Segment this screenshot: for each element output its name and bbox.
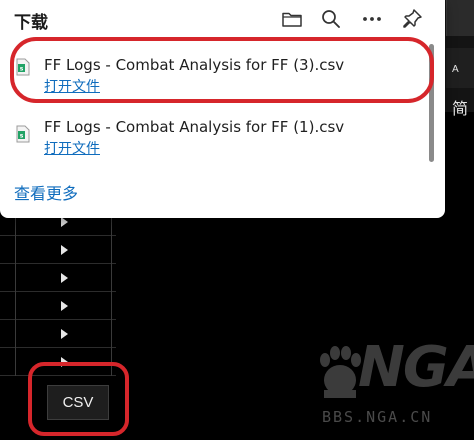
csv-export-button[interactable]: CSV xyxy=(47,385,109,420)
watermark-logo: NGA xyxy=(358,335,474,400)
expand-arrow-icon[interactable] xyxy=(61,217,68,227)
flyout-title: 下载 xyxy=(14,13,48,33)
folder-icon[interactable] xyxy=(280,7,304,31)
nga-paw-logo-icon xyxy=(318,346,362,398)
more-icon[interactable] xyxy=(360,7,384,31)
open-file-link[interactable]: 打开文件 xyxy=(44,76,100,96)
pin-icon[interactable] xyxy=(400,7,424,31)
table-row[interactable] xyxy=(0,236,116,264)
language-toggle[interactable]: A简 xyxy=(446,48,474,118)
download-item[interactable]: s FF Logs - Combat Analysis for FF (3).c… xyxy=(0,46,428,100)
svg-text:s: s xyxy=(20,133,24,140)
download-filename[interactable]: FF Logs - Combat Analysis for FF (1).csv xyxy=(44,118,344,136)
download-item[interactable]: s FF Logs - Combat Analysis for FF (1).c… xyxy=(0,108,428,162)
download-filename[interactable]: FF Logs - Combat Analysis for FF (3).csv xyxy=(44,56,344,74)
csv-file-icon: s xyxy=(16,125,30,143)
expand-arrow-icon[interactable] xyxy=(61,245,68,255)
browser-tab[interactable] xyxy=(446,0,474,36)
watermark-url: BBS.NGA.CN xyxy=(322,408,433,426)
language-prefix: A xyxy=(452,64,459,75)
search-icon[interactable] xyxy=(319,7,343,31)
data-table xyxy=(0,208,116,378)
table-row[interactable] xyxy=(0,320,116,348)
table-row[interactable] xyxy=(0,348,116,376)
open-file-link[interactable]: 打开文件 xyxy=(44,138,100,158)
browser-viewport: A简 CSV NGA BBS.NGA.CN 下载 xyxy=(0,0,474,440)
expand-arrow-icon[interactable] xyxy=(61,273,68,283)
downloads-flyout: 下载 s FF Logs - Combat Analysis for FF (3… xyxy=(0,0,445,218)
expand-arrow-icon[interactable] xyxy=(61,329,68,339)
csv-file-icon: s xyxy=(16,58,30,76)
see-more-link[interactable]: 查看更多 xyxy=(14,180,78,204)
svg-text:s: s xyxy=(20,66,24,73)
expand-arrow-icon[interactable] xyxy=(61,301,68,311)
flyout-scrollbar[interactable] xyxy=(429,44,434,162)
table-row[interactable] xyxy=(0,292,116,320)
expand-arrow-icon[interactable] xyxy=(61,357,68,367)
table-row[interactable] xyxy=(0,264,116,292)
language-label: 简 xyxy=(452,101,469,118)
